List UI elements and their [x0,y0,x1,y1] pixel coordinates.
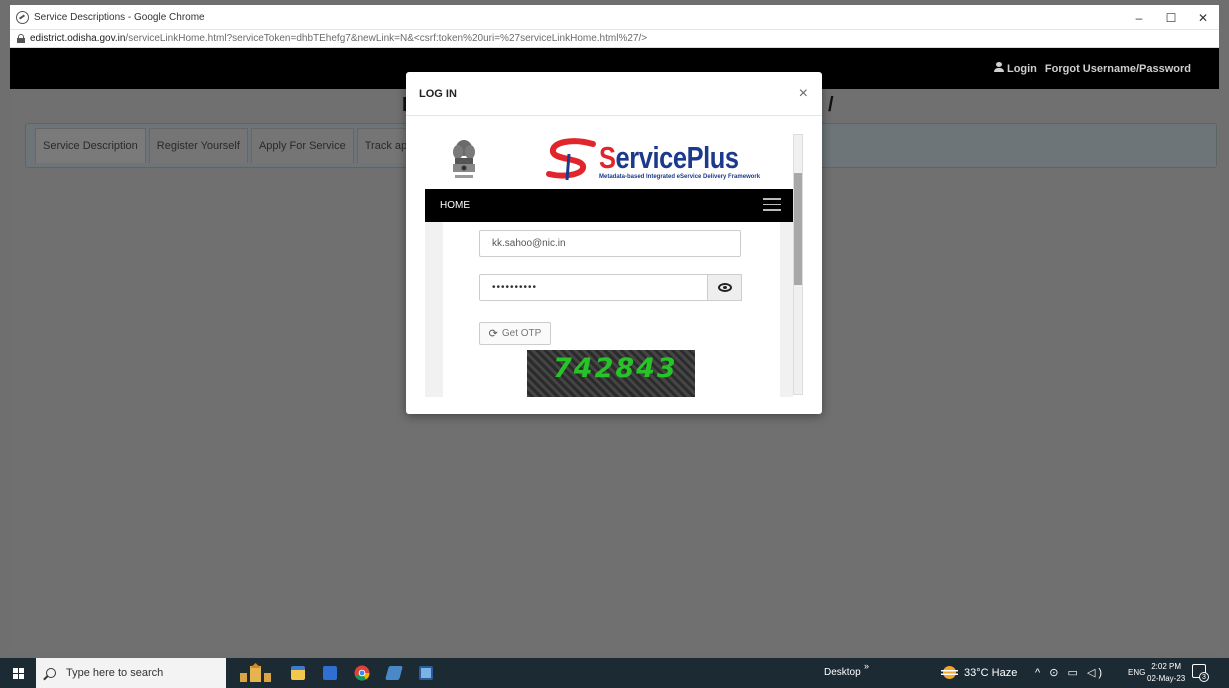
top-links: Login Forgot Username/Password [993,62,1191,75]
refresh-icon: ⟳ [488,328,498,340]
desktop-toolbar-chevron[interactable]: » [864,661,869,671]
site-title-fragment-right: / [828,94,834,116]
windows-logo-icon [12,667,24,679]
modal-close-button[interactable]: × [799,86,808,102]
show-password-button[interactable] [708,274,742,301]
chrome-icon [354,665,370,681]
home-link[interactable]: HOME [440,200,470,211]
close-window-button[interactable]: ✕ [1187,5,1219,30]
username-input[interactable]: kk.sahoo@nic.in [479,230,741,257]
login-link[interactable]: Login [993,62,1037,75]
hamburger-menu-icon[interactable] [763,198,781,212]
password-input[interactable]: •••••••••• [479,274,708,301]
captcha-image: 742843 [527,350,695,397]
chrome-taskbar-icon[interactable] [346,658,378,688]
weather-haze-icon[interactable] [941,665,958,680]
serviceplus-wordmark: ServicePlus [599,140,739,175]
desktop-toolbar-label[interactable]: Desktop [824,667,861,678]
home-menu-bar: HOME [425,189,793,222]
login-modal: LOG IN × ServicePlus Metadata-based Inte… [406,72,822,414]
tab-service-description[interactable]: Service Description [35,128,146,163]
file-explorer-taskbar-icon[interactable] [282,658,314,688]
search-icon [46,668,56,678]
login-form: kk.sahoo@nic.in •••••••••• ⟳ Get OTP 742… [443,222,780,397]
search-placeholder: Type here to search [66,667,164,679]
form-area: kk.sahoo@nic.in •••••••••• ⟳ Get OTP 742… [425,222,793,397]
url-path: /serviceLinkHome.html?serviceToken=dhbTE… [125,33,648,44]
user-icon [993,62,1004,72]
app-taskbar-icon[interactable] [378,658,410,688]
clock-date: 02-May-23 [1147,674,1186,683]
chrome-title-bar: Service Descriptions - Google Chrome – ☐… [10,5,1219,30]
nav-tabs: Service Description Register Yourself Ap… [35,128,418,163]
serviceplus-swoosh-icon [546,138,596,181]
modal-header: LOG IN [406,72,822,116]
language-indicator[interactable]: ENG [1128,668,1145,677]
maximize-button[interactable]: ☐ [1155,5,1187,30]
chrome-page-icon [16,10,29,24]
weather-text[interactable]: 33°C Haze [964,667,1017,679]
captcha-text: 742843 [553,353,678,384]
serviceplus-header: ServicePlus Metadata-based Integrated eS… [425,134,793,189]
window-controls: – ☐ ✕ [1123,5,1219,30]
window-title: Service Descriptions - Google Chrome [34,11,205,23]
clock-time: 2:02 PM [1151,662,1182,671]
eye-icon [717,283,732,292]
login-frame: ServicePlus Metadata-based Integrated eS… [425,134,810,397]
windows-taskbar: Type here to search Desktop » 33°C Haze … [0,658,1229,688]
system-tray-icons[interactable]: ^ ⊙ ▭ ◁) [1035,666,1105,679]
address-bar[interactable]: edistrict.odisha.gov.in/serviceLinkHome.… [10,30,1219,48]
frame-scrollbar[interactable] [793,134,803,395]
frame-scrollbar-thumb[interactable] [794,173,802,285]
serviceplus-logo: ServicePlus Metadata-based Integrated eS… [543,136,773,184]
get-otp-button[interactable]: ⟳ Get OTP [479,322,551,345]
url-text[interactable]: edistrict.odisha.gov.in/serviceLinkHome.… [30,33,647,44]
notification-count-badge: 3 [1199,672,1209,682]
lock-icon[interactable] [17,34,25,43]
temple-icon[interactable] [238,663,274,683]
notepad-taskbar-icon[interactable] [410,658,442,688]
start-button[interactable] [0,658,36,688]
url-host: edistrict.odisha.gov.in [30,33,126,44]
modal-title: LOG IN [419,87,457,100]
store-taskbar-icon[interactable] [314,658,346,688]
taskbar-search-box[interactable]: Type here to search [36,658,226,688]
serviceplus-tagline: Metadata-based Integrated eService Deliv… [599,174,761,180]
tab-register-yourself[interactable]: Register Yourself [148,128,248,163]
national-emblem-icon [453,140,475,178]
forgot-password-link[interactable]: Forgot Username/Password [1045,63,1191,75]
taskbar-clock[interactable]: 2:02 PM 02-May-23 [1147,661,1185,685]
tab-apply-for-service[interactable]: Apply For Service [250,128,354,163]
minimize-button[interactable]: – [1123,5,1155,30]
